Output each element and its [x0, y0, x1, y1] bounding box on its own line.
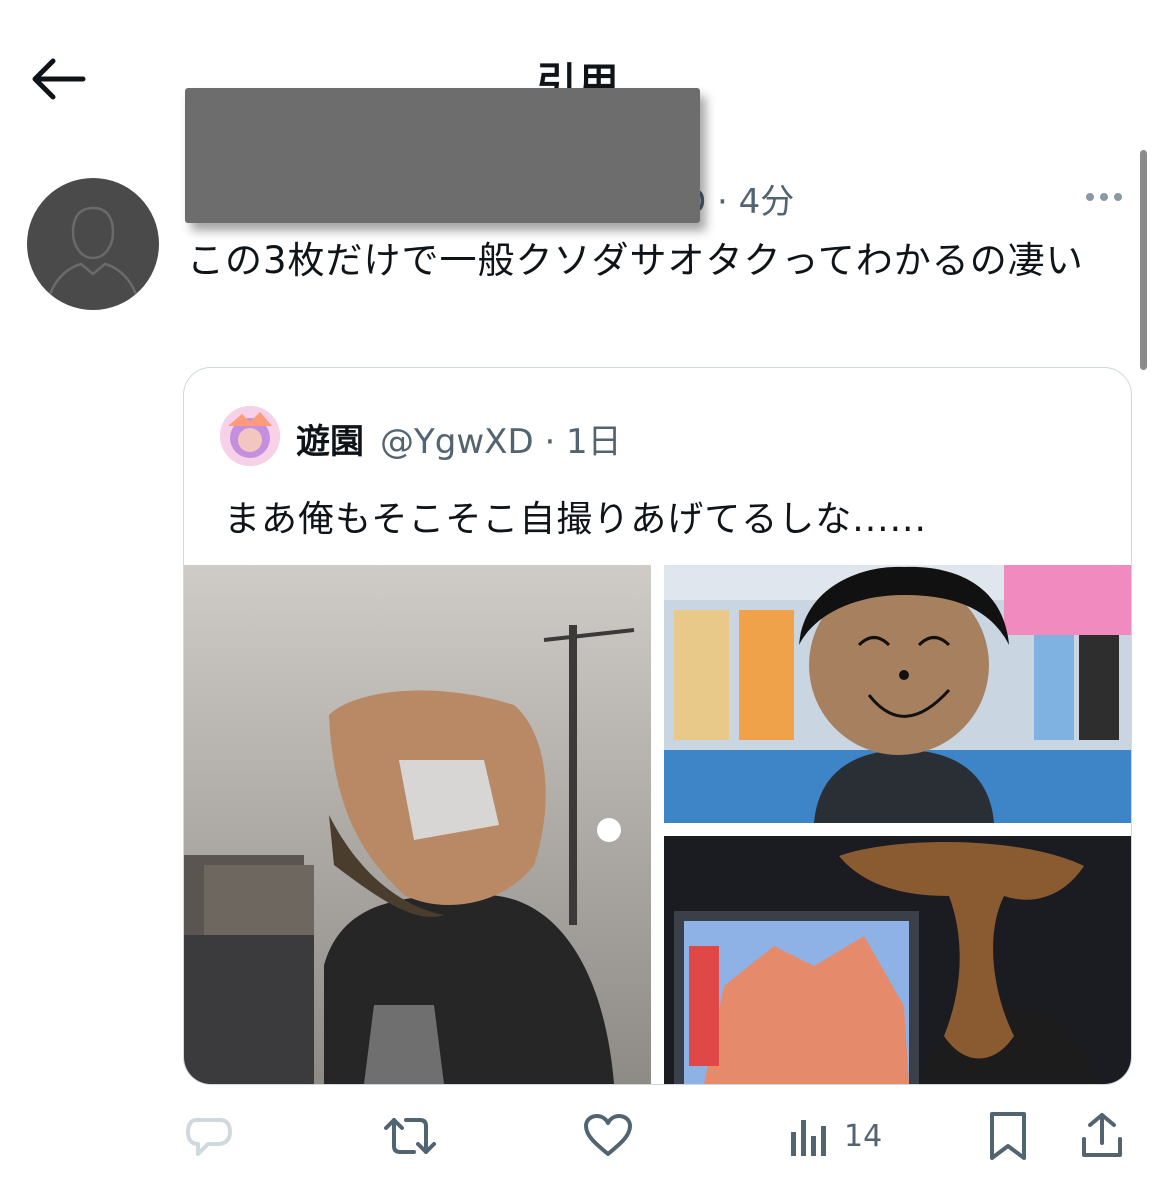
views-icon: [791, 1120, 826, 1156]
retweet-icon: [384, 1118, 436, 1154]
quote-author-name: 遊園: [296, 422, 364, 462]
photo-1[interactable]: [184, 565, 651, 1084]
like-icon: [584, 1114, 632, 1156]
redaction-block: [185, 88, 700, 223]
quote-handle: @YgwXD · 1日: [380, 422, 622, 462]
default-avatar-icon: [45, 206, 141, 310]
photo-3-image: [664, 836, 1131, 1084]
photo-2[interactable]: [664, 565, 1131, 823]
more-icon: [1086, 193, 1122, 201]
tweet-text: この3枚だけで一般クソダサオタクってわかるの凄い: [187, 239, 1084, 282]
scrollbar[interactable]: [1140, 150, 1147, 370]
like-button[interactable]: [582, 1108, 634, 1164]
quoted-tweet[interactable]: 遊園 @YgwXD · 1日 まあ俺もそこそこ自撮りあげてるしな......: [183, 367, 1132, 1085]
more-button[interactable]: [1082, 182, 1126, 212]
photo-2-image: [664, 565, 1131, 823]
anime-avatar-icon: [220, 406, 280, 466]
photo-1-image: [184, 565, 651, 1084]
avatar[interactable]: [27, 178, 159, 310]
quote-avatar[interactable]: [220, 406, 280, 466]
reply-button[interactable]: [184, 1108, 234, 1164]
views-button[interactable]: 14: [788, 1108, 882, 1164]
share-button[interactable]: [1078, 1108, 1126, 1164]
bookmark-button[interactable]: [986, 1108, 1030, 1164]
quote-text: まあ俺もそこそこ自撮りあげてるしな......: [224, 499, 927, 540]
views-count: 14: [844, 1118, 883, 1154]
reply-icon: [186, 1118, 232, 1156]
retweet-button[interactable]: [382, 1108, 438, 1164]
share-icon: [1082, 1113, 1122, 1157]
bookmark-icon: [990, 1112, 1026, 1160]
photo-3[interactable]: [664, 836, 1131, 1084]
